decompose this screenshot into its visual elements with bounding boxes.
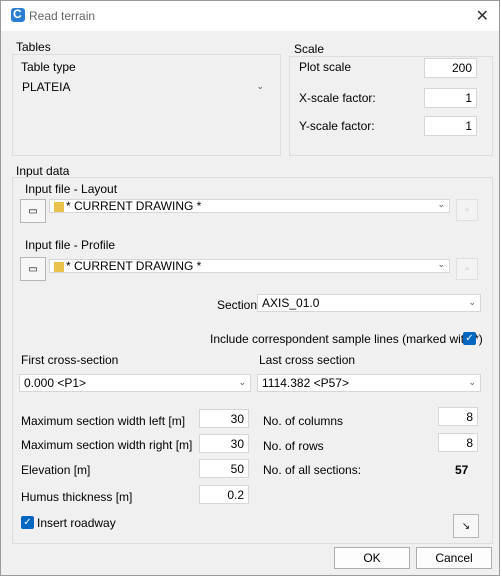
max-width-right-input[interactable]: 30	[199, 434, 249, 453]
plot-scale-input[interactable]: 200	[424, 58, 477, 78]
first-cross-section-value: 0.000 <P1>	[24, 376, 87, 390]
chevron-down-icon: ⌄	[256, 81, 264, 91]
last-cross-section-label: Last cross section	[259, 353, 356, 367]
input-group-label: Input data	[16, 164, 70, 178]
chevron-down-icon: ⌄	[468, 297, 476, 307]
elevation-label: Elevation [m]	[21, 463, 91, 477]
xscale-input[interactable]: 1	[424, 88, 477, 108]
table-type-value: PLATEIA	[22, 80, 71, 94]
chevron-down-icon: ⌄	[437, 259, 445, 269]
app-icon	[11, 7, 25, 22]
yscale-label: Y-scale factor:	[299, 119, 375, 133]
max-width-right-label: Maximum section width right [m]	[21, 438, 193, 452]
file-icon: ▫	[465, 204, 469, 216]
tables-group-label: Tables	[16, 40, 51, 54]
first-cross-section-select[interactable]: 0.000 <P1> ⌄	[19, 374, 251, 392]
yscale-input[interactable]: 1	[424, 116, 477, 136]
max-width-left-input[interactable]: 30	[199, 409, 249, 428]
include-sample-lines-checkbox[interactable]: ✓	[463, 332, 476, 345]
rows-input[interactable]: 8	[438, 433, 478, 452]
layout-file-label: Input file - Layout	[25, 182, 118, 196]
pick-button[interactable]: ↘	[453, 514, 479, 538]
profile-file-value: * CURRENT DRAWING *	[66, 259, 202, 273]
cancel-button[interactable]: Cancel	[416, 547, 492, 569]
insert-roadway-checkbox[interactable]: ✓	[21, 516, 34, 529]
folder-icon: ▭	[28, 263, 38, 275]
title-bar: Read terrain ✕	[1, 1, 499, 31]
insert-roadway-label: Insert roadway	[37, 516, 116, 530]
ok-button[interactable]: OK	[334, 547, 410, 569]
humus-thickness-input[interactable]: 0.2	[199, 485, 249, 504]
section-select[interactable]: AXIS_01.0 ⌄	[257, 294, 481, 312]
chevron-down-icon: ⌄	[437, 199, 445, 209]
plot-scale-label: Plot scale	[299, 60, 352, 74]
pick-icon: ↘	[461, 520, 471, 532]
read-terrain-dialog: Read terrain ✕ Tables Table type PLATEIA…	[0, 0, 500, 576]
last-cross-section-select[interactable]: 1114.382 <P57> ⌄	[257, 374, 481, 392]
chevron-down-icon: ⌄	[238, 377, 246, 387]
chevron-down-icon: ⌄	[468, 377, 476, 387]
close-icon[interactable]: ✕	[476, 6, 489, 26]
open-folder-button[interactable]: ▭	[20, 257, 46, 281]
table-type-select[interactable]: PLATEIA ⌄	[17, 78, 269, 96]
max-width-left-label: Maximum section width left [m]	[21, 414, 186, 428]
layout-file-value: * CURRENT DRAWING *	[66, 199, 202, 213]
section-value: AXIS_01.0	[262, 296, 320, 310]
humus-thickness-label: Humus thickness [m]	[21, 490, 133, 504]
first-cross-section-label: First cross-section	[21, 353, 119, 367]
file-icon: ▫	[465, 263, 469, 275]
include-sample-lines-label: Include correspondent sample lines (mark…	[210, 332, 483, 346]
all-sections-label: No. of all sections:	[263, 463, 362, 477]
window-title: Read terrain	[29, 9, 96, 23]
drawing-icon	[54, 262, 64, 272]
last-cross-section-value: 1114.382 <P57>	[262, 376, 349, 390]
elevation-input[interactable]: 50	[199, 459, 249, 478]
scale-group-label: Scale	[294, 42, 325, 56]
layout-file-select[interactable]: * CURRENT DRAWING * ⌄	[49, 199, 450, 213]
folder-icon: ▭	[28, 205, 38, 217]
layout-browse-button[interactable]: ▫	[456, 199, 478, 221]
all-sections-value: 57	[455, 463, 469, 477]
columns-input[interactable]: 8	[438, 407, 478, 426]
drawing-icon	[54, 202, 64, 212]
open-folder-button[interactable]: ▭	[20, 199, 46, 223]
profile-file-select[interactable]: * CURRENT DRAWING * ⌄	[49, 259, 450, 273]
section-label: Section	[217, 298, 258, 312]
table-type-label: Table type	[21, 60, 76, 74]
profile-file-label: Input file - Profile	[25, 238, 116, 252]
profile-browse-button[interactable]: ▫	[456, 258, 478, 280]
rows-label: No. of rows	[263, 439, 324, 453]
xscale-label: X-scale factor:	[299, 91, 376, 105]
columns-label: No. of columns	[263, 414, 344, 428]
